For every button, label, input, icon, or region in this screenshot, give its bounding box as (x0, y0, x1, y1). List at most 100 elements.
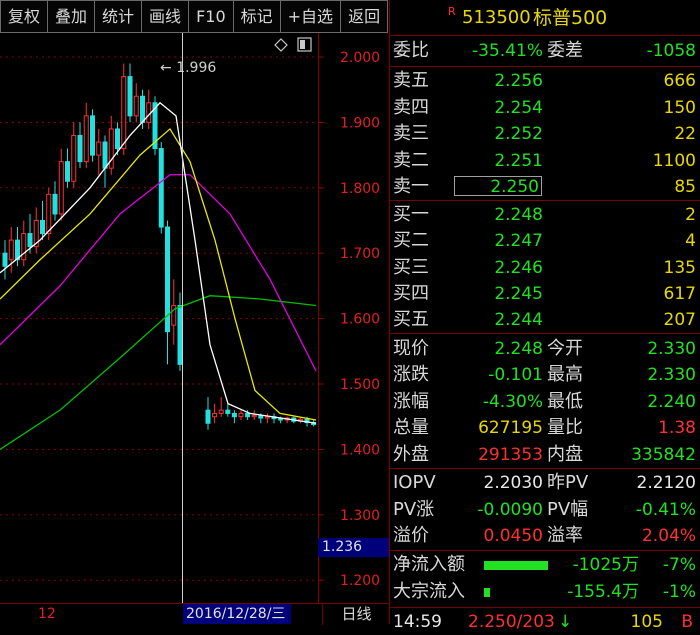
security-code: 513500 (462, 7, 531, 28)
kline-chart[interactable]: 2.000 1.900 1.800 1.700 1.600 1.500 1.400 1.300… (0, 33, 389, 603)
candle (52, 181, 58, 221)
candle (58, 148, 64, 221)
candle (108, 115, 114, 175)
stat-row: 外盘 291353 内盘 335842 (393, 443, 696, 465)
toolbar-draw-button[interactable]: 画线 (141, 0, 190, 33)
toolbar-f10-button[interactable]: F10 (188, 0, 234, 33)
buy-level-row[interactable]: 买五 2.244 207 (390, 307, 700, 333)
sell-volume: 666 (663, 71, 696, 91)
candle (284, 416, 290, 424)
stat-row: IOPV 2.2030 昨PV 2.2120 (393, 472, 696, 493)
sell-level-row[interactable]: 卖三 2.252 22 (390, 121, 700, 147)
toolbar-stats-button[interactable]: 统计 (94, 0, 143, 33)
moving-averages (0, 101, 317, 450)
candle (2, 240, 8, 280)
time-tick: 12 (38, 606, 56, 622)
sell-level-row[interactable]: 卖二 2.251 1100 (390, 148, 700, 174)
price-label: 2.000 (340, 50, 380, 66)
flow-bar (484, 561, 548, 570)
sell-level-row[interactable]: 卖一 2.250 85 (390, 174, 700, 200)
candle (65, 148, 70, 188)
candle (96, 128, 102, 175)
buy-volume: 207 (663, 310, 696, 331)
toolbar-watchlist-button[interactable]: +自选 (279, 0, 342, 33)
candle (212, 403, 218, 424)
toolbar-back-button[interactable]: 返回 (340, 0, 389, 33)
buy-level-row[interactable]: 买四 2.245 617 (390, 281, 700, 307)
candle (231, 410, 237, 424)
buy-level-row[interactable]: 买三 2.246 135 (390, 255, 700, 281)
sell-level-row[interactable]: 卖四 2.254 150 (390, 95, 700, 121)
price-label: 1.200 (340, 573, 380, 589)
candle (83, 102, 89, 169)
buy-level-row[interactable]: 买二 2.247 4 (390, 228, 700, 254)
sell-price: 2.251 (494, 150, 543, 171)
candle (8, 227, 14, 273)
diamond-icon[interactable] (274, 38, 288, 52)
stat-row: 总量 627195 量比 1.38 (393, 417, 696, 439)
candle (225, 403, 231, 417)
ma10-line (0, 127, 317, 421)
buy-volume: 4 (685, 231, 696, 252)
sell-level-row[interactable]: 卖五 2.256 666 (390, 68, 700, 94)
ma60-line (0, 295, 317, 450)
badge-r: R (448, 5, 456, 18)
candle (71, 122, 77, 188)
candle (264, 413, 270, 424)
toolbar-overlay-button[interactable]: 叠加 (47, 0, 96, 33)
candle (33, 207, 39, 254)
stat-row: 现价 2.248 今开 2.330 (393, 338, 696, 359)
buy-price: 2.246 (494, 257, 543, 278)
flow-row: 净流入额 -1025万 -7% (393, 554, 696, 575)
price-label: 1.500 (340, 377, 380, 393)
cursor-price-label: 1.236 (318, 538, 389, 557)
buy-level-row[interactable]: 买一 2.248 2 (390, 202, 700, 228)
candle (251, 410, 257, 420)
cursor-date-label: 2016/12/28/三 (183, 604, 291, 624)
panel-toggle-icon[interactable] (297, 37, 312, 52)
time-axis: 12 2016/12/28/三 日线 (0, 603, 389, 625)
period-selector[interactable]: 日线 (322, 604, 390, 625)
candle (177, 292, 183, 371)
buy-price: 2.244 (494, 310, 543, 331)
sell-price: 2.250 (454, 176, 542, 197)
price-label: 1.700 (340, 246, 380, 262)
quote-panel: R 513500 标普500 委比 -35.41% 委差 -1058 卖五 2.… (389, 0, 700, 632)
candle (158, 142, 164, 234)
candle (205, 397, 211, 430)
ma5-line (0, 101, 317, 424)
candle (218, 397, 224, 417)
candle (102, 135, 108, 188)
toolbar-fuquan-button[interactable]: 复权 (0, 0, 49, 33)
toolbar-mark-button[interactable]: 标记 (232, 0, 281, 33)
stat-row: 涨跌 -0.101 最高 2.330 (393, 364, 696, 386)
candle (171, 279, 177, 345)
stat-row: 涨幅 -4.30% 最低 2.240 (393, 390, 696, 412)
candle (146, 89, 152, 129)
sell-price: 2.256 (494, 71, 543, 91)
price-label: 1.900 (340, 115, 380, 131)
candle (271, 413, 277, 424)
buy-volume: 2 (685, 205, 696, 225)
candle (238, 410, 244, 420)
candle (77, 122, 83, 169)
candle (90, 109, 95, 162)
buy-volume: 617 (663, 283, 696, 304)
sell-volume: 150 (663, 97, 696, 118)
price-label: 1.400 (340, 442, 380, 458)
buy-price: 2.248 (494, 205, 543, 225)
stat-row: 溢价 0.0450 溢率 2.04% (393, 525, 696, 546)
candle (40, 200, 45, 241)
sell-volume: 22 (674, 124, 696, 144)
candle (127, 63, 133, 123)
price-label: 1.600 (340, 312, 380, 328)
candle (152, 96, 158, 156)
sell-price: 2.252 (494, 124, 543, 144)
price-label: 1.300 (340, 508, 380, 524)
high-marker-label: ← 1.996 (160, 60, 216, 76)
weibi-row: 委比 -35.41% 委差 -1058 (393, 40, 696, 61)
stat-row: PV涨 -0.0090 PV幅 -0.41% (393, 498, 696, 520)
flow-row: 大宗流入 -155.4万 -1% (393, 581, 696, 602)
sell-volume: 1100 (652, 150, 696, 171)
sell-price: 2.254 (494, 97, 543, 118)
